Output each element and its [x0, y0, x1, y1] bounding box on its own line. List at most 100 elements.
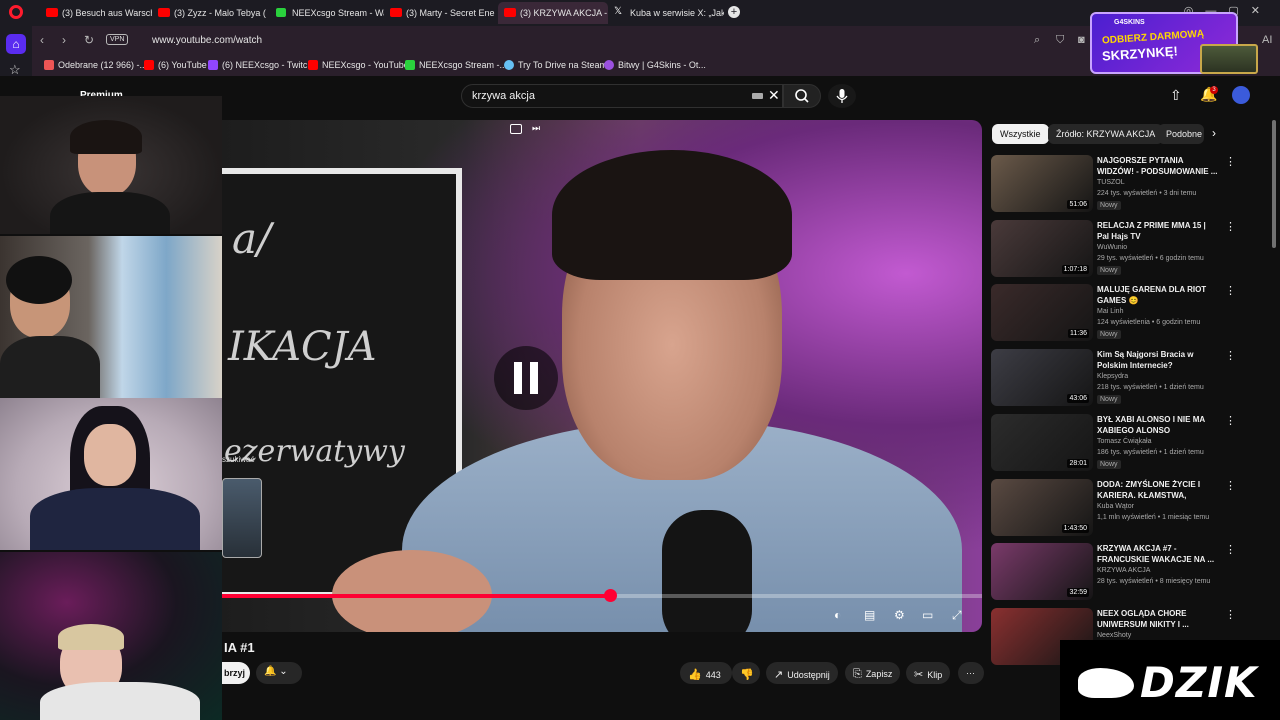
autoplay-toggle[interactable]: ◐: [834, 608, 841, 622]
recommendation-item[interactable]: 32:59 KRZYWA AKCJA #7 - FRANCUSKIE WAKACJ…: [991, 543, 1266, 603]
channel-name[interactable]: Mai Linh: [1097, 308, 1123, 315]
recommendation-title[interactable]: NAJGORSZE PYTANIA WIDZÓW! - PODSUMOWANIE…: [1097, 155, 1219, 177]
channel-name[interactable]: Klepsydra: [1097, 373, 1128, 380]
bookmark-neex-youtube[interactable]: NEEXcsgo - YouTube: [308, 60, 409, 70]
like-button[interactable]: 👍 443: [680, 662, 732, 684]
bookmark-neex-stream[interactable]: NEEXcsgo Stream -...: [405, 60, 507, 70]
vpn-badge[interactable]: VPN: [106, 34, 129, 45]
progress-scrubber[interactable]: [603, 589, 617, 602]
video-thumbnail[interactable]: 11:36: [991, 284, 1093, 342]
scrollbar[interactable]: [1272, 120, 1276, 248]
channel-name[interactable]: Kuba Wątor: [1097, 503, 1134, 510]
recommendation-item[interactable]: 28:01 BYŁ XABI ALONSO I NIE MA XABIEGO AL…: [991, 413, 1266, 474]
save-button[interactable]: ⎘ Zapisz: [845, 662, 901, 684]
video-thumbnail[interactable]: 1:43:50: [991, 478, 1093, 536]
view-meta: 186 tys. wyświetleń • 1 dzień temu: [1097, 448, 1204, 456]
chevron-right-icon[interactable]: ›: [1212, 126, 1216, 140]
voice-search-button[interactable]: [828, 84, 856, 108]
more-options-icon[interactable]: ⋮: [1225, 479, 1236, 492]
channel-name[interactable]: NeexShoty: [1097, 632, 1131, 639]
recommendation-title[interactable]: RELACJA Z PRIME MMA 15 | Pal Hajs TV: [1097, 220, 1219, 242]
chip-all[interactable]: Wszystkie: [992, 124, 1049, 144]
browser-tab[interactable]: (3) Marty - Secret Ene: [384, 2, 496, 24]
bookmark-gmail[interactable]: Odebrane (12 966) -...: [44, 60, 147, 70]
recommendation-title[interactable]: BYŁ XABI ALONSO I NIE MA XABIEGO ALONSO: [1097, 414, 1219, 436]
browser-tab[interactable]: (3) Besuch aus Warschau |: [40, 2, 152, 24]
progress-bar[interactable]: [222, 589, 982, 602]
channel-name[interactable]: Tomasz Ćwiąkała: [1097, 438, 1151, 445]
upload-icon[interactable]: ⇧: [1170, 87, 1182, 104]
keyboard-icon[interactable]: [752, 93, 763, 99]
suggestion-thumbnail[interactable]: [222, 478, 262, 558]
home-icon[interactable]: ⌂: [6, 34, 26, 54]
channel-name[interactable]: WuWunio: [1097, 244, 1127, 251]
forward-icon[interactable]: ›: [62, 33, 66, 47]
recommendation-title[interactable]: MALUJĘ GARENA DLA RIOT GAMES 😊: [1097, 284, 1219, 306]
recommendation-title[interactable]: DODA: ZMYŚLONE ŻYCIE I KARIERA. KŁAMSTWA…: [1097, 479, 1219, 501]
gmail-icon: [44, 60, 54, 70]
video-thumbnail[interactable]: 1:07:18: [991, 219, 1093, 277]
recommendation-title[interactable]: NEEX OGLĄDA CHORE UNIWERSUM NIKITY I ...: [1097, 608, 1219, 630]
back-icon[interactable]: ‹: [40, 33, 44, 47]
search-page-icon[interactable]: ⌕: [1034, 34, 1040, 47]
opera-logo-icon[interactable]: [9, 5, 23, 19]
settings-gear-icon[interactable]: ⚙: [894, 608, 905, 622]
recommendation-item[interactable]: 11:36 MALUJĘ GARENA DLA RIOT GAMES 😊 Mai L…: [991, 284, 1266, 344]
more-options-icon[interactable]: ⋮: [1225, 414, 1236, 427]
close-icon[interactable]: ✕: [768, 87, 780, 104]
bookmark-twitch[interactable]: (6) NEEXcsgo - Twitch: [208, 60, 312, 70]
bookmark-g4skins[interactable]: Bitwy | G4Skins - Ot...: [604, 60, 706, 70]
youtube-icon: [144, 60, 154, 70]
url-field[interactable]: www.youtube.com/watch: [152, 35, 262, 46]
video-thumbnail[interactable]: 28:01: [991, 413, 1093, 471]
miniplayer-icon[interactable]: [510, 124, 522, 134]
recommendation-item[interactable]: 1:43:50 DODA: ZMYŚLONE ŻYCIE I KARIERA. K…: [991, 478, 1266, 539]
channel-name[interactable]: KRZYWA AKCJA: [1097, 567, 1150, 574]
recommendation-item[interactable]: 1:07:18 RELACJA Z PRIME MMA 15 | Pal Hajs…: [991, 219, 1266, 280]
video-thumbnail[interactable]: 32:59: [991, 543, 1093, 601]
more-options-icon[interactable]: ⋮: [1225, 349, 1236, 362]
camera-icon[interactable]: ◙: [1078, 34, 1085, 46]
recommendation-item[interactable]: 43:06 Kim Są Najgorsi Bracia w Polskim In…: [991, 349, 1266, 409]
chip-source[interactable]: Źródło: KRZYWA AKCJA: [1048, 124, 1164, 144]
share-button[interactable]: ↗ Udostępnij: [766, 662, 838, 684]
bookmark-label: Odebrane (12 966) -...: [58, 60, 148, 70]
reload-icon[interactable]: ↻: [84, 33, 94, 47]
browser-tab[interactable]: 𝕏 Kuba w serwisie X: „Jakim: [608, 2, 724, 24]
recommendation-item[interactable]: 51:06 NAJGORSZE PYTANIA WIDZÓW! - PODSUMO…: [991, 155, 1266, 215]
more-options-icon[interactable]: ⋮: [1225, 284, 1236, 297]
channel-name[interactable]: TUSZOL: [1097, 179, 1125, 186]
video-thumbnail[interactable]: 51:06: [991, 155, 1093, 212]
subscription-bell-button[interactable]: 🔔 ⌄: [256, 662, 302, 684]
video-thumbnail[interactable]: 43:06: [991, 349, 1093, 407]
search-button[interactable]: [783, 84, 821, 108]
more-options-icon[interactable]: ⋮: [1225, 608, 1236, 621]
recommendation-title[interactable]: Kim Są Najgorsi Bracia w Polskim Interne…: [1097, 349, 1219, 371]
more-options-icon[interactable]: ⋮: [1225, 155, 1236, 168]
shield-icon[interactable]: ⛉: [1056, 34, 1064, 47]
video-player[interactable]: a/ IKACJA ezerwatywy ⏭ ◐ ▤ ⚙ ▭ ⤢: [222, 120, 982, 632]
more-options-icon[interactable]: ⋮: [1225, 543, 1236, 556]
fullscreen-icon[interactable]: ⤢: [952, 608, 962, 623]
ai-button[interactable]: AI: [1262, 34, 1272, 46]
new-tab-button[interactable]: +: [728, 6, 740, 18]
subscribe-button[interactable]: brzyj: [222, 662, 250, 684]
bookmark-youtube[interactable]: (6) YouTube: [144, 60, 207, 70]
browser-tab-active[interactable]: (3) KRZYWA AKCJA - E: [498, 2, 608, 24]
bookmark-steam[interactable]: Try To Drive na Steam: [504, 60, 607, 70]
clip-button[interactable]: ✂ Klip: [906, 662, 951, 684]
chip-similar[interactable]: Podobne: [1158, 124, 1204, 144]
recommendation-title[interactable]: KRZYWA AKCJA #7 - FRANCUSKIE WAKACJE NA …: [1097, 543, 1219, 565]
browser-tab[interactable]: NEEXcsgo Stream - Watch: [270, 2, 384, 24]
search-input[interactable]: krzywa akcja: [472, 90, 535, 102]
more-options-icon[interactable]: ⋮: [1225, 220, 1236, 233]
skip-icon[interactable]: ⏭: [532, 123, 540, 134]
theater-mode-icon[interactable]: ▭: [922, 608, 933, 622]
search-box[interactable]: krzywa akcja ✕: [461, 84, 783, 108]
avatar[interactable]: [1232, 86, 1250, 104]
pause-button[interactable]: [494, 346, 558, 410]
browser-tab[interactable]: (3) Zyzz - Malo Tebya (Ha: [152, 2, 266, 24]
dislike-button[interactable]: 👎: [732, 662, 760, 684]
more-actions-button[interactable]: ···: [958, 662, 984, 684]
subtitles-icon[interactable]: ▤: [864, 608, 875, 622]
